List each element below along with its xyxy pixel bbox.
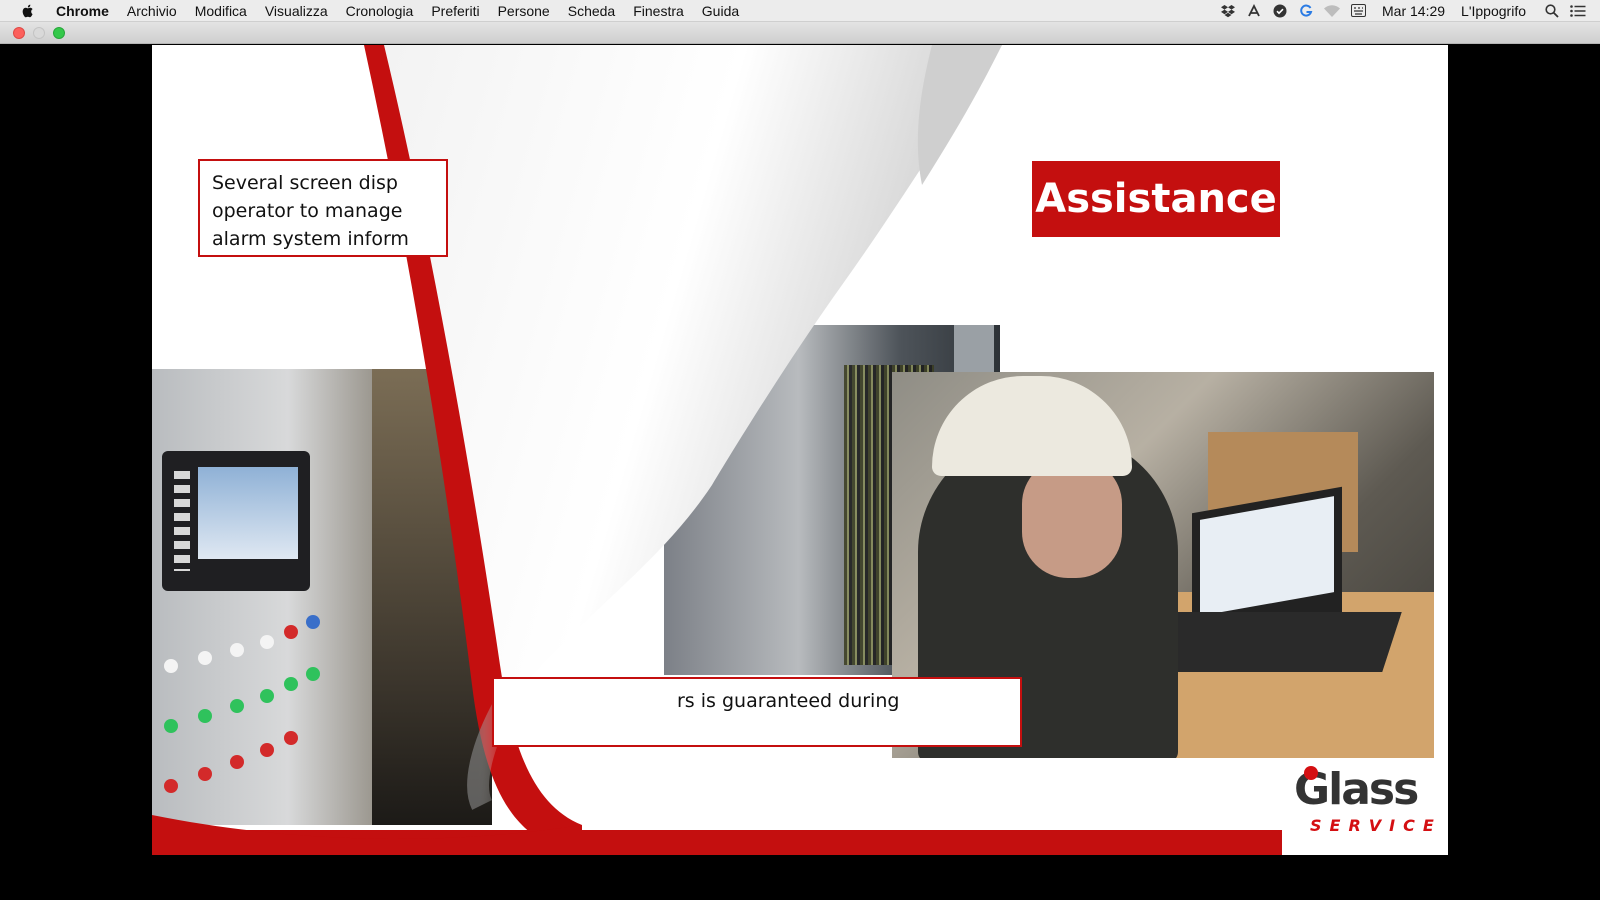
- clock[interactable]: Mar 14:29: [1382, 3, 1445, 19]
- dropbox-icon[interactable]: [1220, 3, 1236, 19]
- hmi-panel-image: [162, 451, 310, 591]
- indicator-light: [230, 643, 244, 657]
- callout-line: operator to manage: [212, 200, 403, 222]
- indicator-light: [164, 659, 178, 673]
- callout-guaranteed: rs is guaranteed during: [492, 677, 1022, 747]
- laptop-keyboard: [1152, 612, 1402, 672]
- indicator-light: [284, 731, 298, 745]
- assistance-title: Assistance: [1035, 176, 1277, 222]
- control-panel-photo: [152, 369, 492, 825]
- window-close-button[interactable]: [13, 27, 25, 39]
- window-minimize-button[interactable]: [33, 27, 45, 39]
- technician-face: [1022, 458, 1122, 578]
- menu-modifica[interactable]: Modifica: [195, 3, 247, 19]
- indicator-light: [230, 755, 244, 769]
- menu-finestra[interactable]: Finestra: [633, 3, 684, 19]
- indicator-light: [260, 689, 274, 703]
- menu-persone[interactable]: Persone: [498, 3, 550, 19]
- apple-icon[interactable]: [20, 3, 36, 19]
- hard-hat: [932, 376, 1132, 476]
- logo-red-dot: [1304, 766, 1318, 780]
- user-name[interactable]: L'Ippogrifo: [1461, 3, 1526, 19]
- menu-visualizza[interactable]: Visualizza: [265, 3, 328, 19]
- indicator-light: [284, 677, 298, 691]
- indicator-light: [284, 625, 298, 639]
- indicator-light: [198, 767, 212, 781]
- menu-guida[interactable]: Guida: [702, 3, 739, 19]
- indicator-light: [306, 615, 320, 629]
- assistance-title-badge: Assistance: [1032, 161, 1280, 237]
- glass-service-logo: Glass SERVICE: [1280, 760, 1440, 840]
- logo-subtitle: SERVICE: [1310, 816, 1442, 835]
- menu-cronologia[interactable]: Cronologia: [346, 3, 414, 19]
- presentation-slide: Several screen disp operator to manage a…: [152, 45, 1448, 855]
- indicator-light: [198, 651, 212, 665]
- spotlight-search-icon[interactable]: [1544, 3, 1560, 19]
- grammarly-icon[interactable]: [1298, 3, 1314, 19]
- callout-line: alarm system inform: [212, 228, 409, 250]
- callout-text: rs is guaranteed during: [677, 690, 900, 712]
- slide-footer-band: [152, 830, 1282, 855]
- wifi-icon[interactable]: [1324, 3, 1340, 19]
- menu-archivio[interactable]: Archivio: [127, 3, 177, 19]
- check-circle-icon[interactable]: [1272, 3, 1288, 19]
- panel-screen: [198, 467, 298, 559]
- notification-list-icon[interactable]: [1570, 3, 1586, 19]
- callout-line: Several screen disp: [212, 172, 398, 194]
- window-titlebar: [0, 22, 1600, 44]
- indicator-light: [230, 699, 244, 713]
- menu-bar: Chrome Archivio Modifica Visualizza Cron…: [0, 0, 1600, 22]
- sync-icon[interactable]: [1246, 3, 1262, 19]
- photo-background: [372, 369, 492, 825]
- indicator-light: [260, 743, 274, 757]
- menu-app-chrome[interactable]: Chrome: [56, 3, 109, 19]
- indicator-light: [306, 667, 320, 681]
- indicator-light: [164, 779, 178, 793]
- status-tray: Mar 14:29 L'Ippogrifo: [1220, 0, 1600, 22]
- panel-keys: [174, 471, 190, 571]
- indicator-light: [198, 709, 212, 723]
- keyboard-icon[interactable]: [1350, 3, 1366, 19]
- laptop-screen: [1200, 496, 1334, 616]
- indicator-light: [260, 635, 274, 649]
- callout-screen-displays: Several screen disp operator to manage a…: [198, 159, 448, 257]
- menu-scheda[interactable]: Scheda: [568, 3, 615, 19]
- indicator-light: [164, 719, 178, 733]
- menu-preferiti[interactable]: Preferiti: [431, 3, 479, 19]
- window-fullscreen-button[interactable]: [53, 27, 65, 39]
